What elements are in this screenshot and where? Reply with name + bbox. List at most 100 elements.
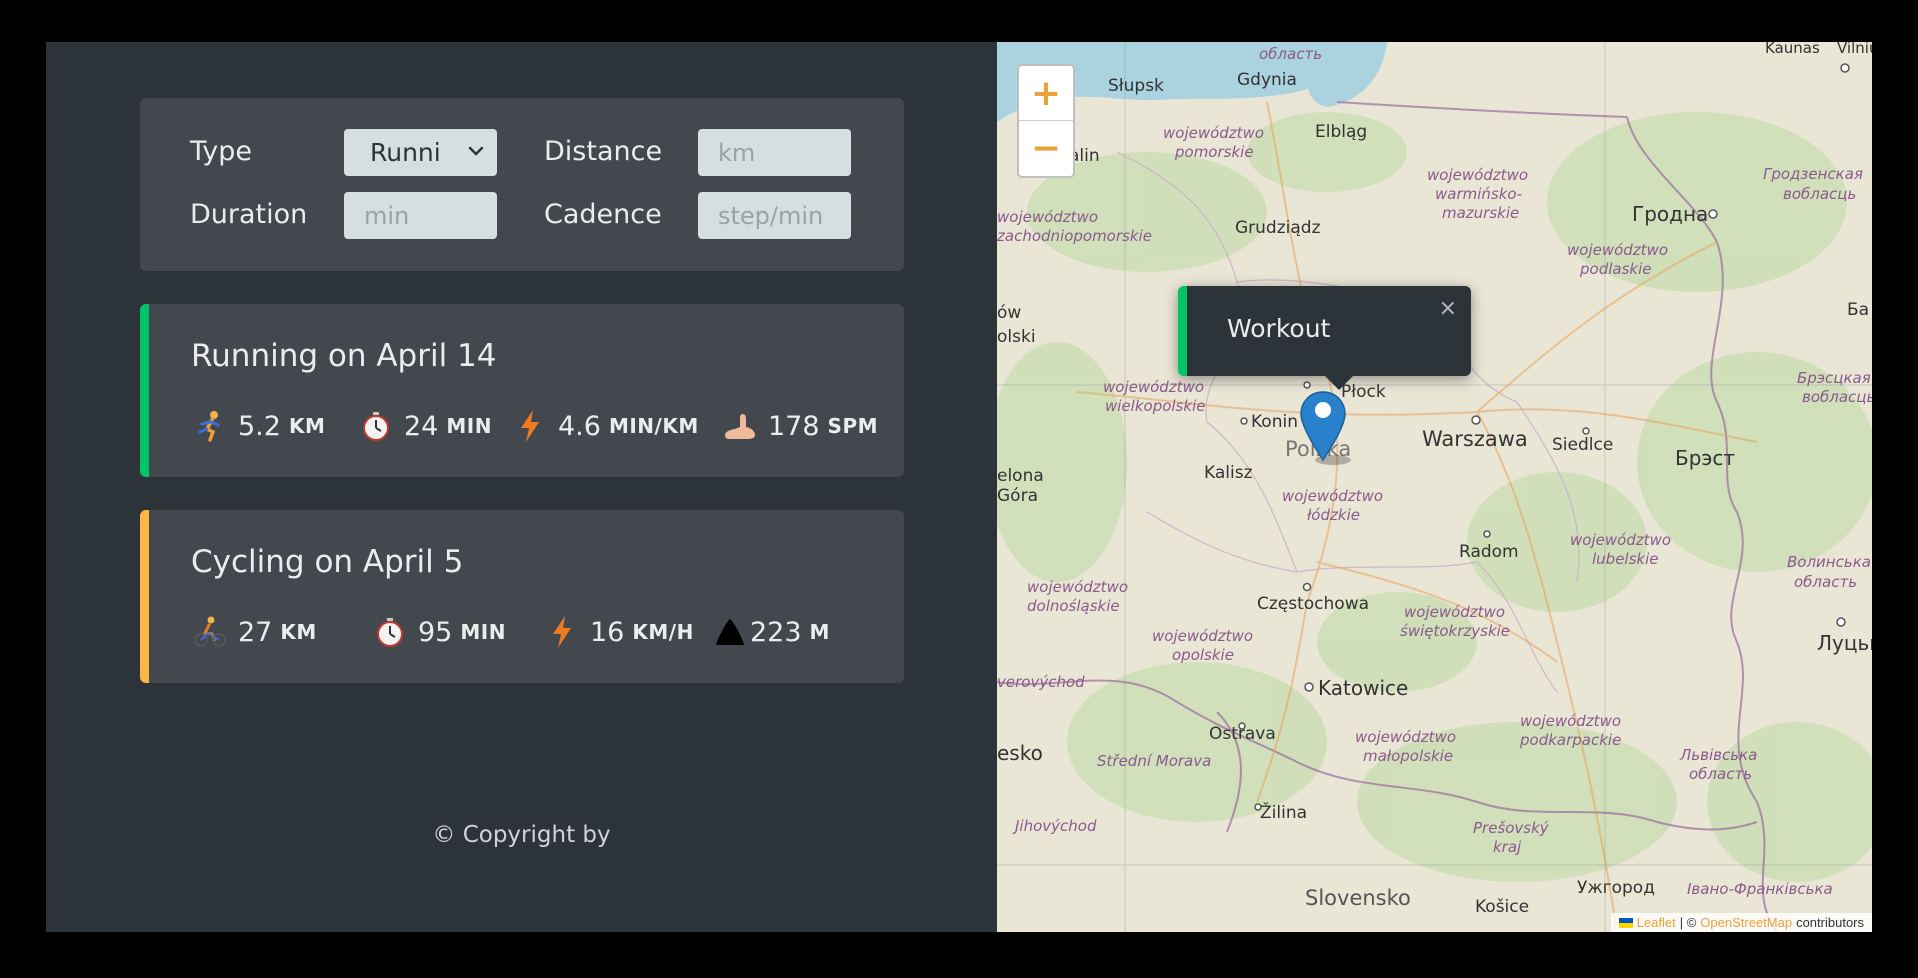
- type-label: Type: [190, 136, 253, 167]
- workout-item-cycling[interactable]: Cycling on April 5 27 KM 95 MIN 16 KM/H …: [140, 510, 904, 683]
- map-label: województwo: [1355, 728, 1456, 746]
- cadence-unit: SPM: [827, 414, 879, 438]
- duration-unit: MIN: [460, 620, 506, 644]
- map-label: świętokrzyskie: [1400, 622, 1510, 640]
- map-label: Гродна: [1632, 202, 1708, 226]
- pace-unit: MIN/KM: [608, 414, 699, 438]
- workout-detail-duration: 95 MIN: [372, 614, 506, 650]
- map-label: pomorskie: [1174, 143, 1254, 161]
- map-label: województwo: [1152, 627, 1253, 645]
- map-label: область: [1689, 765, 1752, 783]
- distance-input[interactable]: km: [698, 129, 851, 176]
- map-label: вобласць: [1783, 185, 1856, 203]
- map-label: Slovensko: [1305, 886, 1411, 910]
- map-label: elona: [997, 466, 1044, 486]
- stopwatch-icon: [358, 408, 394, 444]
- duration-value: 95: [418, 616, 453, 648]
- zoom-out-button[interactable]: −: [1019, 121, 1073, 176]
- map-label: małopolskie: [1363, 747, 1453, 765]
- distance-value: 27: [238, 616, 273, 648]
- workout-detail-pace: 4.6 MIN/KM: [512, 408, 699, 444]
- map-label: esko: [997, 741, 1043, 765]
- stopwatch-icon: [372, 614, 408, 650]
- map-label: podkarpackie: [1519, 731, 1621, 749]
- workout-detail-cadence: 178 SPM: [722, 408, 878, 444]
- distance-value: 5.2: [238, 410, 281, 442]
- map-label: województwo: [997, 208, 1098, 226]
- map[interactable]: область województwo pomorskie województw…: [997, 42, 1872, 932]
- distance-unit: KM: [288, 414, 326, 438]
- app-container: Type Running Distance km Duration min Ca…: [46, 42, 1872, 932]
- workout-detail-distance: 27 KM: [192, 614, 317, 650]
- leaflet-link[interactable]: Leaflet: [1637, 915, 1676, 930]
- copyright-text: © Copyright by: [432, 822, 611, 848]
- workout-type-stripe: [140, 510, 149, 683]
- elevation-value: 223: [750, 616, 802, 648]
- workout-detail-duration: 24 MIN: [358, 408, 492, 444]
- map-tiles[interactable]: область województwo pomorskie województw…: [997, 42, 1872, 932]
- map-label: warmińsko-: [1435, 185, 1522, 203]
- close-icon[interactable]: ×: [1439, 296, 1457, 321]
- map-label: ów: [997, 303, 1021, 323]
- map-label: Grudziądz: [1235, 218, 1321, 238]
- map-label: Konin: [1251, 412, 1298, 432]
- workout-detail-elevation: 223 M: [712, 614, 830, 650]
- map-marker[interactable]: [1299, 390, 1355, 470]
- map-label: Katowice: [1318, 676, 1408, 700]
- workout-detail-speed: 16 KM/H: [544, 614, 694, 650]
- map-label: Kalisz: [1204, 463, 1253, 483]
- map-label: Košice: [1475, 897, 1529, 917]
- type-select-value: Running: [370, 138, 442, 167]
- map-label: Гродзенская: [1763, 165, 1863, 183]
- map-label: Ба: [1847, 300, 1869, 320]
- elevation-unit: M: [809, 620, 830, 644]
- map-label: Kaunas: [1765, 42, 1820, 57]
- ukraine-flag-icon: [1618, 917, 1633, 928]
- map-label: Луцьк: [1817, 631, 1872, 655]
- workout-detail-distance: 5.2 KM: [192, 408, 325, 444]
- map-label: Góra: [997, 486, 1038, 506]
- sidebar: Type Running Distance km Duration min Ca…: [46, 42, 997, 932]
- duration-unit: MIN: [446, 414, 492, 438]
- zoom-in-button[interactable]: +: [1019, 66, 1073, 121]
- map-label: olski: [997, 327, 1036, 347]
- map-label: wielkopolskie: [1105, 397, 1205, 415]
- map-label: Jihovýchod: [1012, 817, 1097, 835]
- map-label: województwo: [1404, 603, 1505, 621]
- map-label: województwo: [1282, 487, 1383, 505]
- lightning-icon: [544, 614, 580, 650]
- map-label: вобласць: [1802, 388, 1872, 406]
- map-label: mazurskie: [1442, 204, 1519, 222]
- workout-form: Type Running Distance km Duration min Ca…: [140, 98, 904, 271]
- attribution-tail: contributors: [1796, 915, 1864, 930]
- map-label: Волинська: [1787, 553, 1871, 571]
- workout-item-running[interactable]: Running on April 14 5.2 KM 24 MIN 4.6 MI…: [140, 304, 904, 477]
- mountain-icon: [712, 614, 748, 650]
- cadence-value: 178: [768, 410, 820, 442]
- popup-text: Workout: [1227, 314, 1331, 343]
- speed-unit: KM/H: [632, 620, 694, 644]
- attribution-separator: | ©: [1679, 915, 1697, 930]
- map-label: verovýchod: [997, 673, 1085, 691]
- map-label: dolnośląskie: [1027, 597, 1120, 615]
- map-label: Częstochowa: [1257, 594, 1369, 614]
- map-label: zachodniopomorskie: [997, 227, 1152, 245]
- type-select[interactable]: Running: [344, 129, 497, 176]
- osm-link[interactable]: OpenStreetMap: [1700, 915, 1792, 930]
- map-label: Івано-Франківська: [1687, 880, 1833, 898]
- speed-value: 16: [590, 616, 625, 648]
- popup-tip: [1323, 374, 1355, 390]
- duration-input[interactable]: min: [344, 192, 497, 239]
- map-label: Vilnius: [1837, 42, 1872, 57]
- cadence-input[interactable]: step/min: [698, 192, 851, 239]
- map-label: Radom: [1459, 542, 1519, 562]
- duration-label: Duration: [190, 199, 308, 230]
- map-label: województwo: [1103, 378, 1204, 396]
- workout-title: Cycling on April 5: [191, 544, 464, 580]
- pace-value: 4.6: [558, 410, 601, 442]
- map-label: województwo: [1163, 124, 1264, 142]
- map-label: Gdynia: [1237, 70, 1297, 90]
- map-label: область: [1259, 45, 1322, 63]
- map-label: Ostrava: [1209, 724, 1276, 744]
- workout-popup: Workout ×: [1178, 286, 1471, 390]
